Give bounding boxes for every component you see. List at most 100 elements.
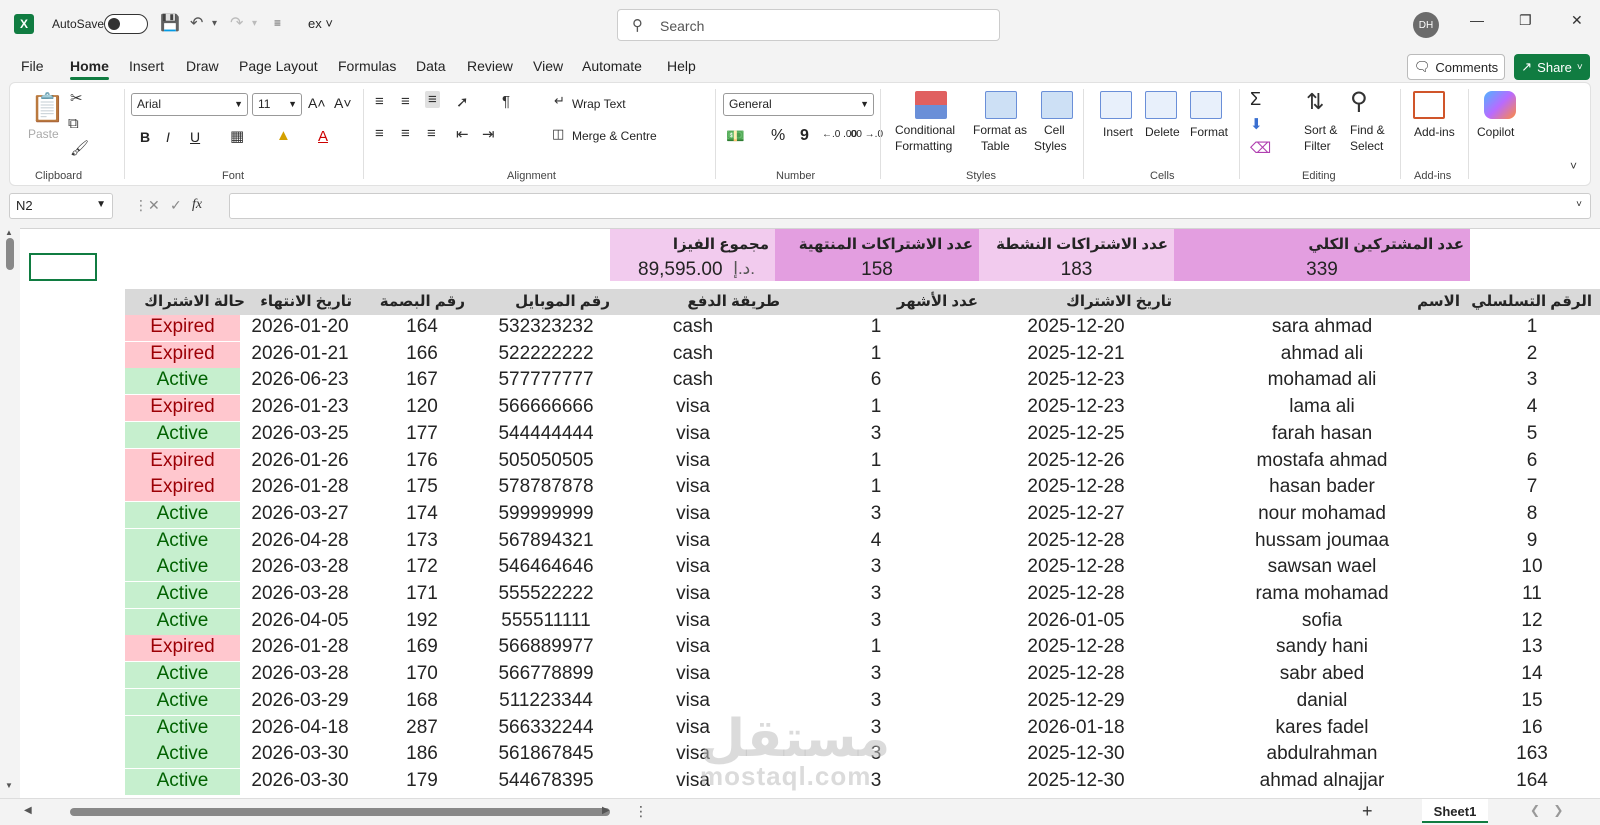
insert-function-icon[interactable]: fx	[192, 197, 202, 213]
tab-draw[interactable]: Draw	[186, 58, 219, 74]
clear-icon[interactable]: ⌫	[1250, 139, 1271, 157]
cell-payment[interactable]: cash	[623, 316, 763, 338]
cell-serial[interactable]: 7	[1462, 476, 1600, 498]
cell-start-date[interactable]: 2025-12-30	[1006, 743, 1146, 765]
cell-serial[interactable]: 6	[1462, 450, 1600, 472]
sort-filter-icon[interactable]: ⇅	[1306, 89, 1324, 115]
cell-name[interactable]: sandy hani	[1252, 636, 1392, 658]
close-icon[interactable]: ✕	[1571, 12, 1583, 29]
orientation-icon[interactable]: ➚	[456, 93, 469, 111]
tab-formulas[interactable]: Formulas	[338, 58, 396, 74]
cell-name[interactable]: sofia	[1252, 610, 1392, 632]
cell-end-date[interactable]: 2026-03-30	[230, 770, 370, 792]
cell-months[interactable]: 6	[806, 369, 946, 391]
format-cells-button[interactable]: Format	[1190, 125, 1228, 139]
scroll-down-icon[interactable]: ▼	[5, 781, 13, 790]
cell-months[interactable]: 1	[806, 636, 946, 658]
cell-end-date[interactable]: 2026-03-28	[230, 583, 370, 605]
cell-fingerprint[interactable]: 176	[352, 450, 492, 472]
cell-months[interactable]: 1	[806, 396, 946, 418]
cell-name[interactable]: hussam joumaa	[1252, 530, 1392, 552]
cell-fingerprint[interactable]: 120	[352, 396, 492, 418]
cell-payment[interactable]: visa	[623, 663, 763, 685]
selected-cell[interactable]	[29, 253, 97, 281]
sort-filter-label2[interactable]: Filter	[1304, 139, 1331, 153]
cell-fingerprint[interactable]: 175	[352, 476, 492, 498]
cell-mobile[interactable]: 577777777	[476, 369, 616, 391]
cell-end-date[interactable]: 2026-03-27	[230, 503, 370, 525]
cell-fingerprint[interactable]: 169	[352, 636, 492, 658]
cell-styles-button[interactable]: Cell	[1044, 123, 1065, 137]
cell-mobile[interactable]: 546464646	[476, 556, 616, 578]
undo-icon[interactable]: ↶	[190, 13, 203, 33]
undo-dropdown-icon[interactable]: ▾	[212, 18, 217, 29]
cell-months[interactable]: 1	[806, 476, 946, 498]
cell-serial[interactable]: 11	[1462, 583, 1600, 605]
fill-color-icon[interactable]: ▲	[276, 127, 291, 144]
collapse-ribbon-icon[interactable]: ˅	[1570, 159, 1577, 173]
worksheet-grid[interactable]: مجموع الفيزا 89,595.00 د.إ. عدد الاشتراك…	[0, 228, 1600, 798]
cell-payment[interactable]: visa	[623, 530, 763, 552]
cell-end-date[interactable]: 2026-06-23	[230, 369, 370, 391]
tab-page-layout[interactable]: Page Layout	[239, 58, 318, 74]
cell-name[interactable]: ahmad ali	[1252, 343, 1392, 365]
cell-mobile[interactable]: 555522222	[476, 583, 616, 605]
cell-serial[interactable]: 14	[1462, 663, 1600, 685]
cell-start-date[interactable]: 2025-12-28	[1006, 583, 1146, 605]
cell-fingerprint[interactable]: 177	[352, 423, 492, 445]
format-painter-icon[interactable]: 🖌	[70, 139, 89, 157]
header-mobile[interactable]: رقم الموبايل	[515, 292, 610, 310]
cell-status[interactable]: Expired	[125, 448, 240, 475]
cell-status[interactable]: Active	[125, 608, 240, 635]
find-select-icon[interactable]: ⚲	[1350, 87, 1368, 116]
cell-payment[interactable]: visa	[623, 610, 763, 632]
header-payment[interactable]: طريقة الدفع	[687, 292, 780, 310]
expand-formula-icon[interactable]: ˅	[1576, 199, 1582, 210]
cell-name[interactable]: farah hasan	[1252, 423, 1392, 445]
cell-end-date[interactable]: 2026-01-23	[230, 396, 370, 418]
maximize-icon[interactable]: ❐	[1519, 12, 1532, 29]
cell-serial[interactable]: 163	[1462, 743, 1600, 765]
cell-name[interactable]: hasan bader	[1252, 476, 1392, 498]
cell-fingerprint[interactable]: 164	[352, 316, 492, 338]
cell-end-date[interactable]: 2026-03-28	[230, 556, 370, 578]
cell-mobile[interactable]: 544678395	[476, 770, 616, 792]
cell-styles-icon[interactable]	[1041, 91, 1073, 119]
header-serial[interactable]: الرقم التسلسلي	[1471, 292, 1592, 310]
align-middle-icon[interactable]: ≡	[401, 93, 410, 110]
cell-mobile[interactable]: 511223344	[476, 690, 616, 712]
cell-name[interactable]: sara ahmad	[1252, 316, 1392, 338]
cell-months[interactable]: 3	[806, 663, 946, 685]
paste-icon[interactable]: 📋	[30, 91, 65, 124]
cell-mobile[interactable]: 566889977	[476, 636, 616, 658]
shrink-font-button[interactable]: A˅	[334, 95, 352, 111]
number-format-select[interactable]: General ▼	[723, 93, 874, 116]
cell-end-date[interactable]: 2026-01-20	[230, 316, 370, 338]
cell-serial[interactable]: 4	[1462, 396, 1600, 418]
cell-status[interactable]: Expired	[125, 315, 240, 341]
cell-start-date[interactable]: 2025-12-25	[1006, 423, 1146, 445]
cell-mobile[interactable]: 561867845	[476, 743, 616, 765]
kpi-visa-total[interactable]: مجموع الفيزا 89,595.00 د.إ.	[610, 229, 775, 281]
wrap-text-button[interactable]: Wrap Text	[572, 97, 626, 111]
cell-serial[interactable]: 15	[1462, 690, 1600, 712]
scroll-right-icon[interactable]: ▶	[602, 805, 610, 816]
cell-status[interactable]: Active	[125, 368, 240, 395]
header-fingerprint[interactable]: رقم البصمة	[380, 292, 465, 310]
tab-insert[interactable]: Insert	[129, 58, 164, 74]
cell-status[interactable]: Active	[125, 501, 240, 528]
cell-name[interactable]: sawsan wael	[1252, 556, 1392, 578]
cell-fingerprint[interactable]: 171	[352, 583, 492, 605]
cell-status[interactable]: Active	[125, 768, 240, 795]
cell-fingerprint[interactable]: 172	[352, 556, 492, 578]
cell-payment[interactable]: visa	[623, 450, 763, 472]
cell-end-date[interactable]: 2026-04-28	[230, 530, 370, 552]
save-icon[interactable]: 💾	[160, 13, 180, 33]
cell-fingerprint[interactable]: 179	[352, 770, 492, 792]
cell-name[interactable]: lama ali	[1252, 396, 1392, 418]
cell-start-date[interactable]: 2025-12-23	[1006, 396, 1146, 418]
cell-fingerprint[interactable]: 167	[352, 369, 492, 391]
increase-indent-icon[interactable]: ⇥	[482, 125, 495, 143]
cell-fingerprint[interactable]: 166	[352, 343, 492, 365]
cell-end-date[interactable]: 2026-03-25	[230, 423, 370, 445]
